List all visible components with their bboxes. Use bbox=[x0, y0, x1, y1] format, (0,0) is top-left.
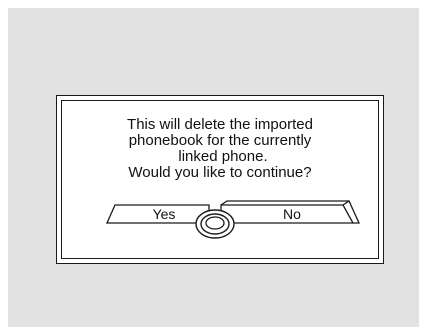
yes-button-label: Yes bbox=[152, 206, 176, 222]
display-screen: This will delete the imported phonebook … bbox=[8, 8, 419, 327]
selector-knob-icon bbox=[195, 209, 235, 239]
dialog-controls bbox=[105, 200, 361, 239]
yes-button[interactable]: Yes bbox=[129, 206, 199, 222]
no-button-label: No bbox=[283, 206, 301, 222]
no-button[interactable]: No bbox=[257, 206, 327, 222]
confirm-dialog: This will delete the imported phonebook … bbox=[56, 95, 384, 264]
